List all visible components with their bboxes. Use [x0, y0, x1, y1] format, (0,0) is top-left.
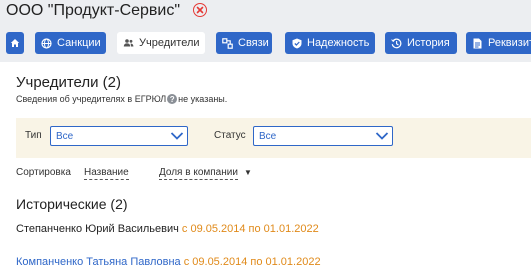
founders-note-text: Сведения об учредителях в ЕГРЮЛ	[16, 94, 167, 104]
founders-note: Сведения об учредителях в ЕГРЮЛ ? не ука…	[16, 94, 227, 104]
tab-sanctions[interactable]: Санкции	[35, 32, 106, 54]
status-select-value: Все	[259, 130, 277, 142]
founder-dates: с 09.05.2014 по 01.01.2022	[181, 223, 319, 235]
founder-name-link[interactable]: Компанченко Татьяна Павловна	[16, 256, 181, 268]
founder-dates: с 09.05.2014 по 01.01.2022	[183, 256, 321, 268]
shield-icon	[291, 38, 302, 49]
type-select[interactable]: Все	[50, 126, 188, 146]
founders-note-suffix: не указаны.	[178, 94, 228, 104]
tab-history[interactable]: История	[385, 32, 457, 54]
document-icon	[472, 38, 483, 49]
section-nav: Санкции Учредители Связи Надежность Исто	[0, 32, 531, 54]
history-icon	[391, 38, 402, 49]
tab-reliability-label: Надежность	[307, 37, 370, 49]
founder-name: Степанченко Юрий Васильевич	[16, 223, 179, 235]
type-filter-label: Тип	[25, 130, 42, 141]
tab-founders[interactable]: Учредители	[117, 32, 205, 54]
filter-panel: Тип Все Статус Все	[16, 118, 531, 158]
tab-history-label: История	[407, 37, 450, 49]
link-icon	[222, 37, 233, 49]
tab-requisites-label: Реквизиты	[488, 37, 531, 49]
globe-icon	[41, 37, 52, 49]
sort-by-share[interactable]: Доля в компании	[159, 167, 238, 180]
users-icon	[123, 38, 134, 49]
tab-requisites[interactable]: Реквизиты	[466, 32, 531, 54]
chevron-down-icon	[375, 132, 389, 140]
status-select[interactable]: Все	[253, 126, 393, 146]
type-select-value: Все	[56, 130, 74, 142]
tab-links[interactable]: Связи	[216, 32, 272, 54]
tab-reliability[interactable]: Надежность	[285, 32, 375, 54]
list-item: Компанченко Татьяна Павловна с 09.05.201…	[16, 256, 321, 268]
help-icon[interactable]: ?	[167, 94, 178, 104]
close-icon[interactable]	[193, 3, 207, 17]
list-item: Степанченко Юрий Васильевич с 09.05.2014…	[16, 223, 319, 235]
home-icon	[10, 38, 21, 49]
company-header: ООО "Продукт-Сервис" Санкции Учредители	[0, 0, 531, 62]
status-filter-label: Статус	[214, 130, 246, 141]
tab-home[interactable]	[6, 32, 24, 54]
historical-title: Исторические (2)	[16, 196, 128, 212]
chevron-down-icon	[170, 132, 184, 140]
sort-by-name[interactable]: Название	[84, 167, 129, 180]
tab-sanctions-label: Санкции	[57, 37, 101, 49]
founders-panel: Учредители (2) Сведения об учредителях в…	[0, 62, 531, 277]
tab-founders-label: Учредители	[139, 37, 200, 49]
company-title: ООО "Продукт-Сервис"	[6, 2, 181, 19]
sort-label: Сортировка	[16, 167, 71, 178]
sort-direction-icon[interactable]: ▼	[244, 168, 252, 177]
page-title: Учредители (2)	[16, 74, 122, 91]
tab-links-label: Связи	[238, 37, 269, 49]
